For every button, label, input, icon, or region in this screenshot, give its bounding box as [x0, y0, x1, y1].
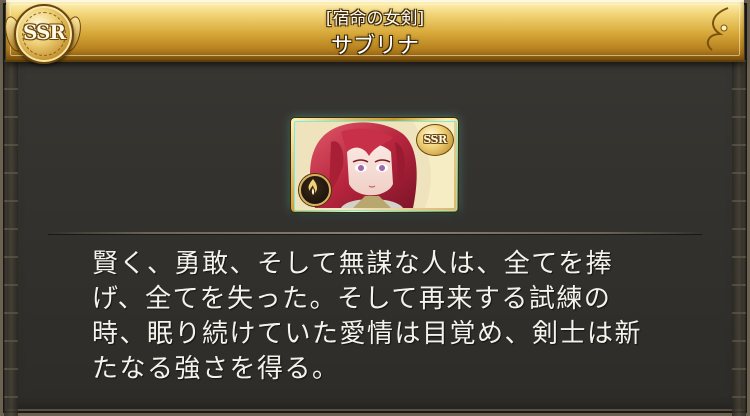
portrait-image: SSR [294, 121, 457, 211]
summon-detail-dialog: [宿命の女剣] サブリナ SSR SSR 賢く、勇敢、そして無謀な人は、全てを捧… [0, 0, 750, 416]
card-ssr-badge: SSR [416, 124, 454, 156]
summon-name: サブリナ [330, 34, 419, 59]
flame-icon [299, 174, 331, 206]
ssr-rarity-seal: SSR [1, 2, 85, 64]
summon-description: 賢く、勇敢、そして無謀な人は、全てを捧 げ、全てを失った。そして再来する試練の … [92, 249, 643, 384]
summon-subtitle: [宿命の女剣] [325, 9, 425, 29]
title-banner: [宿命の女剣] サブリナ [6, 0, 744, 62]
right-frame-ornament [732, 60, 746, 416]
left-frame-ornament [4, 60, 18, 416]
description-divider [48, 232, 702, 234]
ssr-label: SSR [22, 20, 66, 44]
summon-portrait-card: SSR [291, 118, 458, 212]
